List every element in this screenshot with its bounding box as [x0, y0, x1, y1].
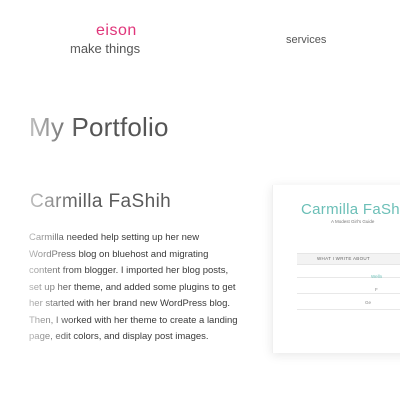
nav-link-services[interactable]: services [286, 34, 326, 46]
preview-menu-bar: WHAT I WRITE ABOUT [297, 253, 400, 265]
project-title: Carmilla FaShih [30, 191, 172, 212]
brand-name[interactable]: eison [96, 22, 137, 40]
preview-blog-title: Carmilla FaSh [301, 201, 400, 218]
preview-blog-subtitle: A Modest Girl's Guide [331, 219, 375, 224]
preview-snippet: Ge [365, 300, 372, 305]
preview-divider [297, 293, 400, 294]
project-description: Carmilla needed help setting up her new … [29, 232, 238, 342]
brand-tagline: make things [70, 41, 141, 56]
project-preview-image[interactable]: Carmilla FaSh A Modest Girl's Guide WHAT… [272, 185, 400, 353]
page-title: My Portfolio [29, 112, 169, 142]
preview-divider [297, 277, 400, 278]
preview-snippet: Welln [371, 274, 383, 279]
preview-divider [297, 309, 400, 310]
preview-snippet: F [375, 287, 378, 292]
preview-menu-label: WHAT I WRITE ABOUT [317, 256, 370, 261]
